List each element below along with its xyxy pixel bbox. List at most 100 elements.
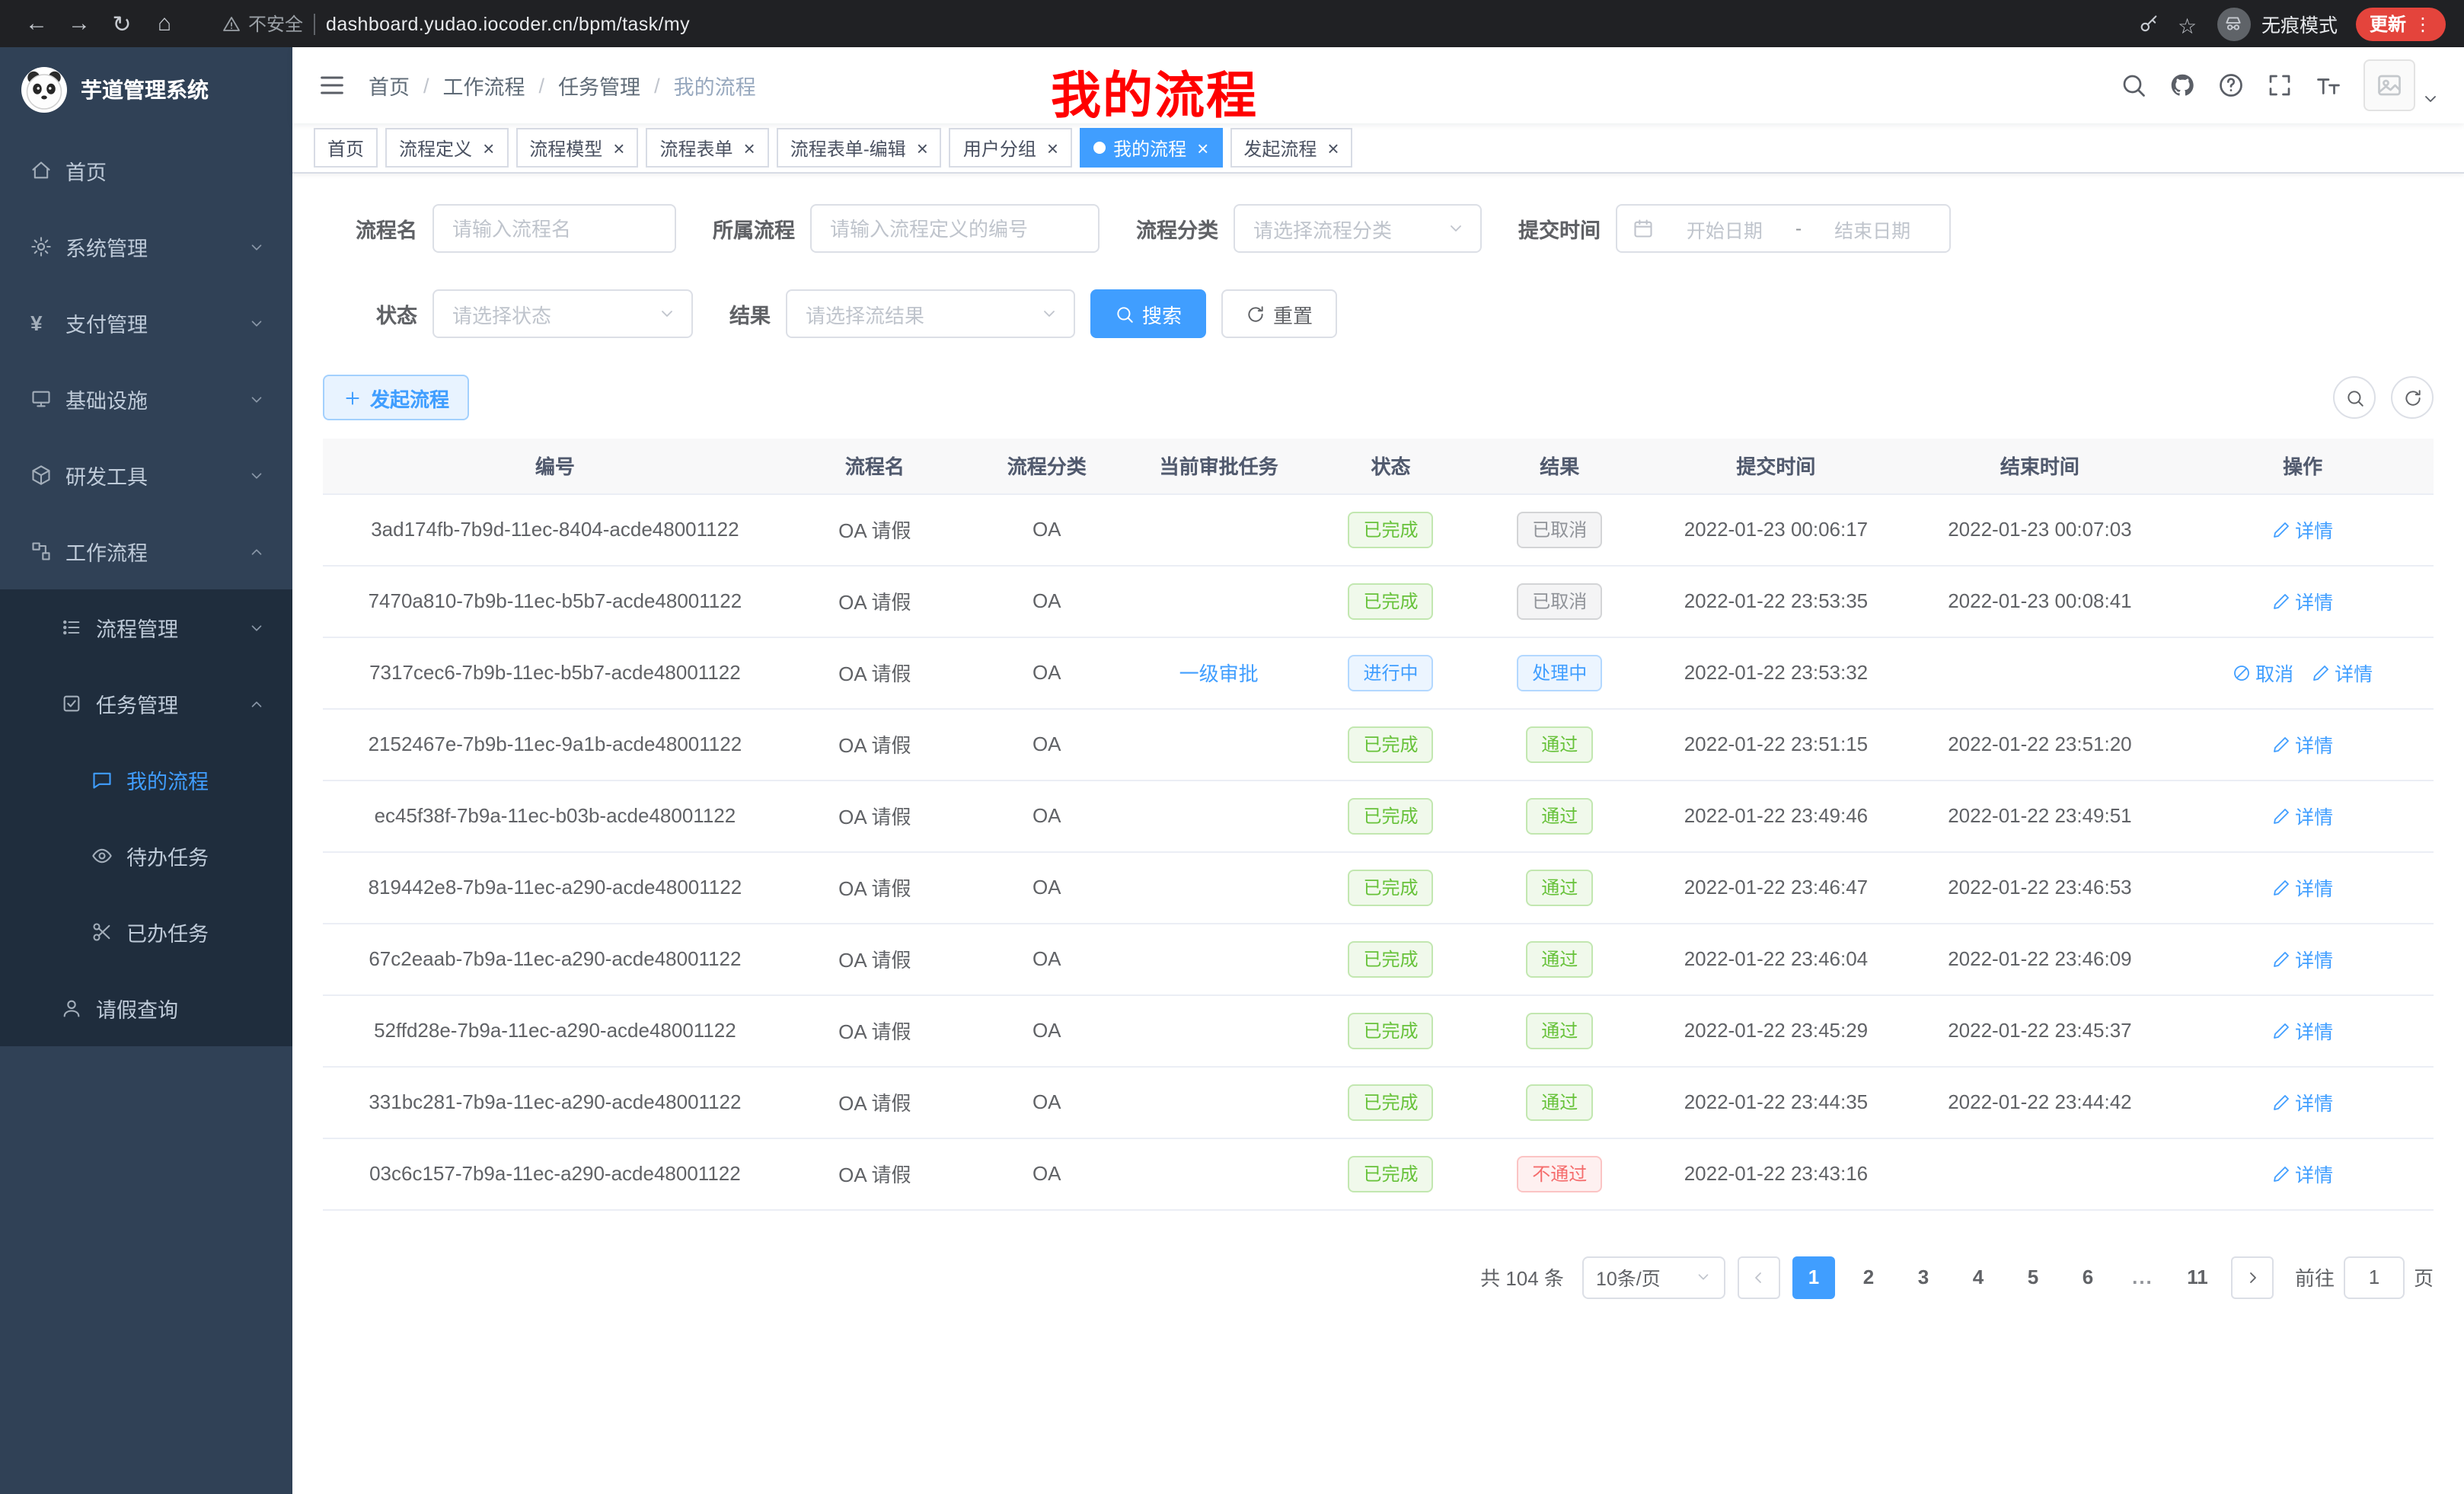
detail-action-link[interactable]: 详情: [2272, 801, 2333, 830]
sidebar-item-10[interactable]: 已办任务: [0, 894, 292, 970]
cell-id: 67c2eaab-7b9a-11ec-a290-acde48001122: [323, 923, 787, 994]
sidebar-item-0[interactable]: 首页: [0, 132, 292, 209]
tab-item-1[interactable]: 流程定义 ×: [385, 128, 508, 168]
breadcrumb-item[interactable]: 工作流程: [443, 70, 525, 101]
close-icon[interactable]: ×: [483, 138, 494, 158]
edit-icon: [2272, 592, 2290, 610]
status-badge: 已完成: [1348, 797, 1434, 834]
create-process-button[interactable]: 发起流程: [323, 375, 469, 420]
sidebar-item-5[interactable]: 工作流程: [0, 513, 292, 589]
breadcrumb-item[interactable]: 首页: [369, 70, 410, 101]
sidebar-item-9[interactable]: 待办任务: [0, 818, 292, 894]
close-icon[interactable]: ×: [917, 138, 928, 158]
close-icon[interactable]: ×: [613, 138, 624, 158]
cell-submit-time: 2022-01-22 23:51:15: [1644, 708, 1908, 780]
result-select[interactable]: 请选择流结果: [786, 289, 1075, 338]
home-button[interactable]: ⌂: [146, 5, 183, 42]
tab-label: 流程表单-编辑: [790, 135, 906, 161]
sidebar-item-6[interactable]: 流程管理: [0, 589, 292, 666]
tab-item-4[interactable]: 流程表单-编辑 ×: [777, 128, 942, 168]
sidebar-item-4[interactable]: 研发工具: [0, 437, 292, 513]
detail-action-link[interactable]: 详情: [2272, 1016, 2333, 1045]
page-number-button[interactable]: 4: [1957, 1256, 2000, 1298]
cancel-action-link[interactable]: 取消: [2233, 658, 2293, 687]
detail-action-link[interactable]: 详情: [2272, 873, 2333, 902]
tab-item-3[interactable]: 流程表单×: [646, 128, 768, 168]
browser-update-button[interactable]: 更新 ⋮: [2356, 7, 2446, 40]
app-logo[interactable]: 芋道管理系统: [0, 47, 292, 132]
detail-action-link[interactable]: 详情: [2272, 1159, 2333, 1188]
search-button[interactable]: 搜索: [1090, 289, 1206, 338]
address-bar[interactable]: 不安全 dashboard.yudao.iocoder.cn/bpm/task/…: [204, 5, 2117, 42]
security-warning[interactable]: 不安全: [222, 11, 303, 37]
key-icon[interactable]: [2138, 13, 2159, 34]
sidebar-item-2[interactable]: ¥支付管理: [0, 285, 292, 361]
detail-action-link[interactable]: 详情: [2272, 586, 2333, 615]
tab-item-5[interactable]: 用户分组×: [950, 128, 1072, 168]
font-size-icon[interactable]: [2315, 72, 2342, 99]
close-icon[interactable]: ×: [1197, 138, 1208, 158]
page-number-button[interactable]: 5: [2012, 1256, 2054, 1298]
back-button[interactable]: ←: [18, 5, 55, 42]
question-icon[interactable]: [2217, 72, 2245, 99]
prev-page-button[interactable]: [1738, 1256, 1780, 1298]
gear-icon: [30, 236, 52, 257]
user-menu[interactable]: [2363, 59, 2440, 111]
cell-actions: 详情: [2172, 994, 2434, 1066]
page-number-button[interactable]: 1: [1792, 1256, 1835, 1298]
image-placeholder-icon: [2376, 72, 2403, 99]
page-number-button[interactable]: ...: [2121, 1256, 2164, 1298]
chevron-down-icon: [248, 467, 265, 484]
sidebar-toggle-icon[interactable]: [317, 70, 347, 101]
cell-current-task: [1131, 851, 1307, 923]
cell-submit-time: 2022-01-22 23:49:46: [1644, 780, 1908, 851]
reset-button[interactable]: 重置: [1221, 289, 1337, 338]
process-id-input[interactable]: [810, 204, 1100, 253]
page-number-button[interactable]: 11: [2176, 1256, 2219, 1298]
sidebar-item-8[interactable]: 我的流程: [0, 742, 292, 818]
tab-item-6[interactable]: 我的流程×: [1080, 128, 1222, 168]
date-range-picker[interactable]: 开始日期 - 结束日期: [1616, 204, 1951, 253]
fullscreen-icon[interactable]: [2266, 72, 2293, 99]
refresh-table-button[interactable]: [2391, 376, 2434, 419]
github-icon[interactable]: [2169, 72, 2196, 99]
detail-action-link[interactable]: 详情: [2272, 729, 2333, 758]
sidebar-item-7[interactable]: 任务管理: [0, 666, 292, 742]
sidebar-item-1[interactable]: 系统管理: [0, 209, 292, 285]
next-page-button[interactable]: [2231, 1256, 2274, 1298]
page-number-button[interactable]: 3: [1902, 1256, 1945, 1298]
submit-time-label: 提交时间: [1518, 213, 1601, 244]
detail-action-link[interactable]: 详情: [2312, 658, 2373, 687]
current-task-link[interactable]: 一级审批: [1179, 662, 1259, 685]
sidebar-item-11[interactable]: 请假查询: [0, 970, 292, 1046]
toggle-search-button[interactable]: [2333, 376, 2376, 419]
category-select[interactable]: 请选择流程分类: [1234, 204, 1482, 253]
reload-button[interactable]: ↻: [104, 5, 140, 42]
cell-end-time: [1908, 637, 2172, 708]
detail-action-link[interactable]: 详情: [2272, 944, 2333, 973]
process-name-input[interactable]: [432, 204, 676, 253]
cell-current-task: [1131, 923, 1307, 994]
tab-item-7[interactable]: 发起流程×: [1230, 128, 1352, 168]
chevron-down-icon: [248, 391, 265, 407]
breadcrumb-item[interactable]: 任务管理: [558, 70, 640, 101]
status-select[interactable]: 请选择状态: [432, 289, 693, 338]
result-badge: 通过: [1526, 869, 1593, 905]
search-icon[interactable]: [2120, 72, 2147, 99]
chevron-down-icon: [1447, 219, 1465, 238]
forward-button[interactable]: →: [61, 5, 97, 42]
tab-label: 流程定义: [399, 135, 472, 161]
bookmark-star-icon[interactable]: ☆: [2178, 13, 2199, 34]
page-number-button[interactable]: 6: [2067, 1256, 2109, 1298]
close-icon[interactable]: ×: [1047, 138, 1058, 158]
close-icon[interactable]: ×: [1327, 138, 1339, 158]
goto-page-input[interactable]: [2344, 1256, 2405, 1298]
page-number-button[interactable]: 2: [1847, 1256, 1890, 1298]
close-icon[interactable]: ×: [744, 138, 755, 158]
tab-item-2[interactable]: 流程模型×: [515, 128, 638, 168]
detail-action-link[interactable]: 详情: [2272, 1087, 2333, 1116]
tab-item-0[interactable]: 首页: [314, 128, 378, 168]
page-size-select[interactable]: 10条/页: [1582, 1256, 1725, 1298]
sidebar-item-3[interactable]: 基础设施: [0, 361, 292, 437]
detail-action-link[interactable]: 详情: [2272, 515, 2333, 544]
